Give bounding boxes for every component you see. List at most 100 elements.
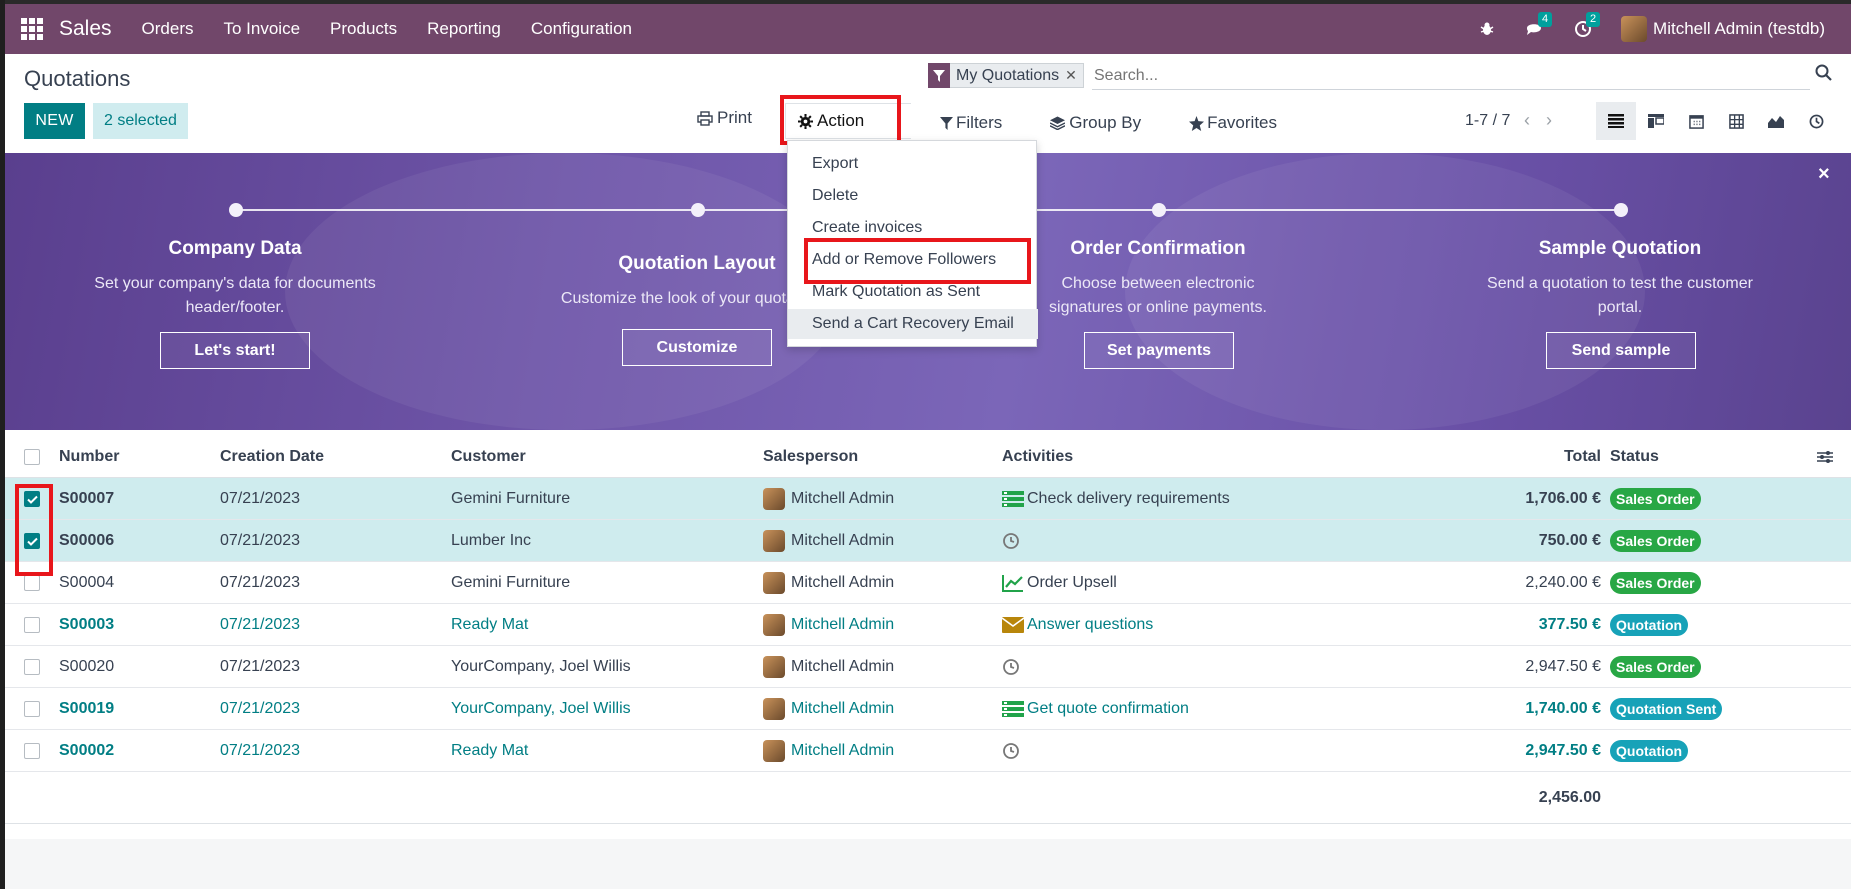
header-salesperson[interactable]: Salesperson: [763, 436, 858, 478]
user-menu[interactable]: Mitchell Admin (testdb): [1621, 16, 1825, 42]
new-button[interactable]: NEW: [24, 103, 85, 139]
table-row[interactable]: S00020 07/21/2023 YourCompany, Joel Willis…: [5, 646, 1851, 688]
list-view-icon[interactable]: [1596, 102, 1636, 140]
print-label: Print: [717, 108, 752, 127]
apps-grid-icon[interactable]: [21, 18, 43, 40]
cell-number: S00002: [59, 742, 115, 759]
table-row[interactable]: S00002 07/21/2023 Ready Mat Mitchell Admin 2…: [5, 730, 1851, 772]
menu-configuration[interactable]: Configuration: [531, 19, 632, 39]
filters-button[interactable]: Filters: [940, 113, 1026, 133]
bug-icon[interactable]: [1477, 19, 1497, 39]
clock-icon[interactable]: [1002, 658, 1020, 676]
messages-icon[interactable]: 4: [1525, 12, 1553, 39]
banner-close-icon[interactable]: ×: [1818, 163, 1830, 186]
search-input[interactable]: [1092, 63, 1810, 90]
header-number[interactable]: Number: [59, 436, 119, 478]
status-badge: Quotation Sent: [1610, 698, 1723, 720]
clock-icon[interactable]: [1002, 532, 1020, 550]
row-checkbox[interactable]: [24, 701, 40, 717]
status-badge: Sales Order: [1610, 572, 1701, 594]
menu-reporting[interactable]: Reporting: [427, 19, 501, 39]
menu-item-export[interactable]: Export: [788, 149, 1038, 179]
header-status[interactable]: Status: [1610, 436, 1659, 478]
customize-button[interactable]: Customize: [622, 329, 772, 366]
graph-view-icon[interactable]: [1756, 102, 1796, 140]
envelope-icon[interactable]: [1002, 617, 1024, 633]
quotations-table: Number Creation Date Customer Salesperso…: [5, 436, 1851, 824]
activities-clock-icon[interactable]: 2: [1573, 12, 1601, 39]
status-badge: Sales Order: [1610, 488, 1701, 510]
row-checkbox[interactable]: [24, 575, 40, 591]
column-settings-icon[interactable]: [1817, 436, 1833, 478]
salesperson-avatar: [763, 572, 785, 594]
cell-customer: Gemini Furniture: [451, 574, 571, 591]
app-brand[interactable]: Sales: [59, 17, 112, 41]
cell-customer: Ready Mat: [451, 616, 529, 633]
favorites-button[interactable]: Favorites: [1189, 113, 1301, 133]
kanban-view-icon[interactable]: [1636, 102, 1676, 140]
table-row[interactable]: S00007 07/21/2023 Gemini Furniture Mitchell…: [5, 478, 1851, 520]
cell-total: 2,947.50 €: [1525, 658, 1601, 675]
table-row[interactable]: S00004 07/21/2023 Gemini Furniture Mitchell…: [5, 562, 1851, 604]
tasks-icon[interactable]: [1002, 701, 1024, 717]
cell-customer: YourCompany, Joel Willis: [451, 658, 631, 675]
pager-next-icon[interactable]: ›: [1546, 110, 1552, 131]
cell-activity: Order Upsell: [1027, 574, 1117, 591]
pivot-view-icon[interactable]: [1716, 102, 1756, 140]
menu-products[interactable]: Products: [330, 19, 397, 39]
table-row[interactable]: S00006 07/21/2023 Lumber Inc Mitchell Admin…: [5, 520, 1851, 562]
menu-item-delete[interactable]: Delete: [788, 181, 1038, 211]
tasks-icon[interactable]: [1002, 491, 1024, 507]
cell-salesperson: Mitchell Admin: [791, 490, 895, 507]
menu-item-cart-recovery-email[interactable]: Send a Cart Recovery Email: [788, 309, 1038, 339]
row-checkbox[interactable]: [24, 659, 40, 675]
set-payments-button[interactable]: Set payments: [1084, 332, 1234, 369]
table-row[interactable]: S00019 07/21/2023 YourCompany, Joel Willis…: [5, 688, 1851, 730]
header-total[interactable]: Total: [1405, 436, 1601, 478]
row-checkbox[interactable]: [24, 743, 40, 759]
cell-customer: Gemini Furniture: [451, 490, 571, 507]
send-sample-button[interactable]: Send sample: [1546, 332, 1696, 369]
print-button[interactable]: Print: [697, 108, 752, 128]
lets-start-button[interactable]: Let's start!: [160, 332, 310, 369]
main-menu: Orders To Invoice Products Reporting Con…: [142, 19, 662, 39]
activity-view-icon[interactable]: [1796, 102, 1836, 140]
activities-count: 2: [1586, 12, 1601, 27]
header-customer[interactable]: Customer: [451, 436, 526, 478]
cell-creation-date: 07/21/2023: [220, 616, 301, 633]
sum-total: 2,456.00: [1538, 789, 1601, 806]
search-icon[interactable]: [1815, 64, 1835, 84]
salesperson-avatar: [763, 614, 785, 636]
select-all-checkbox[interactable]: [24, 449, 40, 465]
cell-creation-date: 07/21/2023: [220, 742, 301, 759]
step-dot-company: [229, 203, 243, 217]
salesperson-avatar: [763, 698, 785, 720]
pager-previous-icon[interactable]: ‹: [1524, 110, 1530, 131]
menu-orders[interactable]: Orders: [142, 19, 194, 39]
header-activities[interactable]: Activities: [1002, 436, 1073, 478]
favorites-label: Favorites: [1207, 113, 1278, 132]
salesperson-avatar: [763, 740, 785, 762]
group-by-button[interactable]: Group By: [1050, 113, 1165, 133]
cell-salesperson: Mitchell Admin: [791, 742, 895, 759]
cell-number: S00007: [59, 490, 115, 507]
selected-count-badge[interactable]: 2 selected: [93, 103, 188, 139]
salesperson-avatar: [763, 656, 785, 678]
cell-salesperson: Mitchell Admin: [791, 700, 895, 717]
menu-to-invoice[interactable]: To Invoice: [224, 19, 301, 39]
chart-icon[interactable]: [1002, 574, 1024, 592]
table-row[interactable]: S00003 07/21/2023 Ready Mat Mitchell Admin A…: [5, 604, 1851, 646]
step-title: Order Confirmation: [1070, 238, 1246, 259]
header-creation-date[interactable]: Creation Date: [220, 436, 324, 478]
cell-number: S00003: [59, 616, 115, 633]
calendar-view-icon[interactable]: [1676, 102, 1716, 140]
step-dot-sample: [1614, 203, 1628, 217]
facet-remove-icon[interactable]: ✕: [1065, 67, 1077, 84]
user-name: Mitchell Admin (testdb): [1653, 19, 1825, 38]
row-checkbox[interactable]: [24, 617, 40, 633]
cell-creation-date: 07/21/2023: [220, 700, 301, 717]
pager-value[interactable]: 1-7 / 7: [1465, 112, 1510, 130]
status-badge: Sales Order: [1610, 530, 1701, 552]
clock-icon[interactable]: [1002, 742, 1020, 760]
search-facet[interactable]: My Quotations ✕: [928, 63, 1084, 88]
